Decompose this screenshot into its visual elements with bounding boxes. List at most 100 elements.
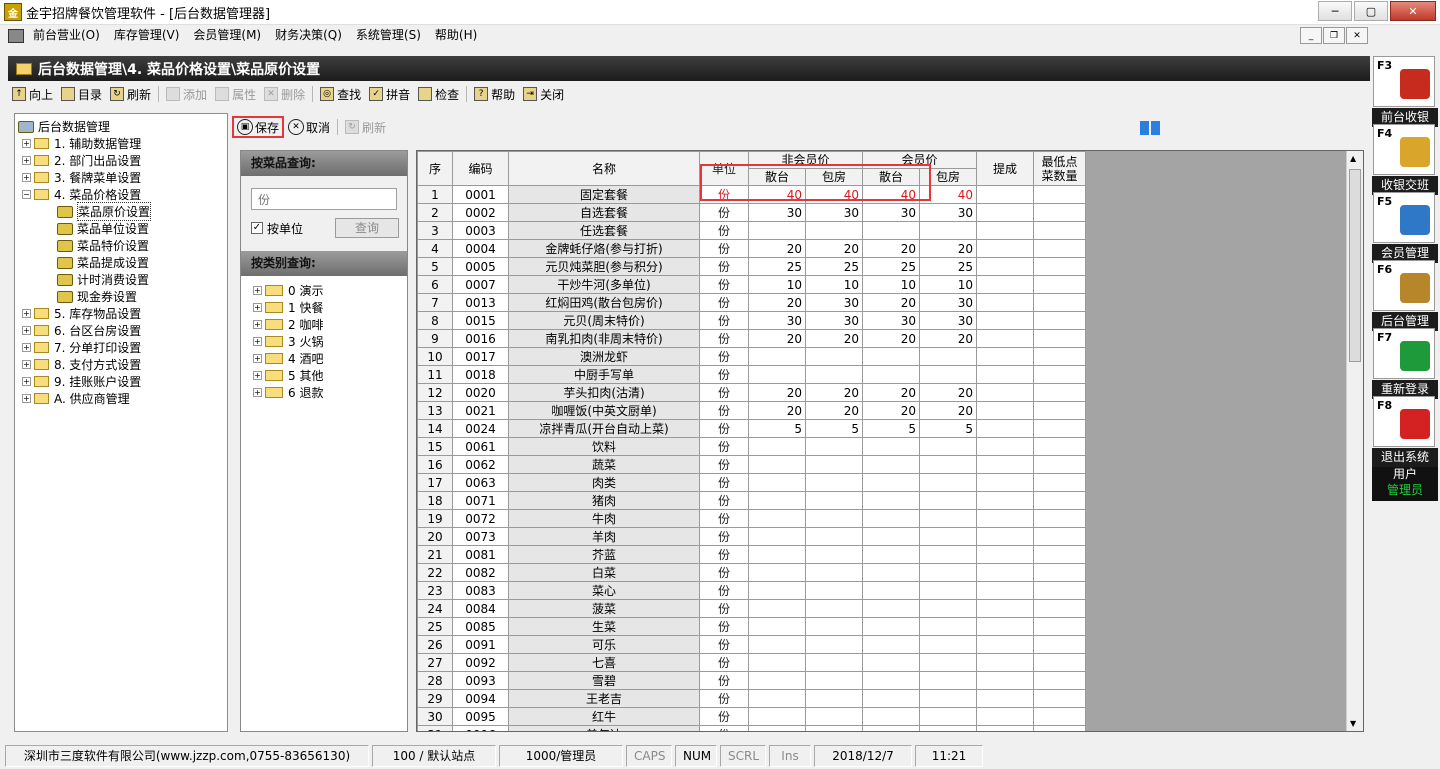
cell-seq[interactable]: 6: [417, 275, 453, 294]
cell-name[interactable]: 七喜: [508, 653, 700, 672]
cell-price[interactable]: 20: [862, 401, 920, 420]
pinyin-button[interactable]: ✓ 拼音: [365, 84, 414, 104]
by-unit-checkbox[interactable]: ✓: [251, 222, 263, 234]
expand-icon[interactable]: +: [253, 388, 262, 397]
cell-price[interactable]: 30: [919, 293, 977, 312]
function-key-f3[interactable]: F3: [1373, 56, 1435, 107]
cell-unit[interactable]: 份: [699, 455, 749, 474]
cell-price[interactable]: 5: [805, 419, 863, 438]
cell-code[interactable]: 0072: [452, 509, 509, 528]
cell-price[interactable]: 30: [919, 311, 977, 330]
header-min-qty[interactable]: 最低点 菜数量: [1033, 151, 1086, 186]
expand-icon[interactable]: +: [22, 173, 31, 182]
cell-min-qty[interactable]: [1033, 473, 1086, 492]
cell-code[interactable]: 0015: [452, 311, 509, 330]
table-row[interactable]: 25 0085 生菜份: [417, 617, 1086, 636]
table-row[interactable]: 2 0002 自选套餐份 30 30 30 30: [417, 203, 1086, 222]
cell-price[interactable]: 20: [862, 383, 920, 402]
cell-price[interactable]: [862, 473, 920, 492]
cell-seq[interactable]: 20: [417, 527, 453, 546]
directory-button[interactable]: 目录: [57, 84, 106, 104]
cell-code[interactable]: 0017: [452, 347, 509, 366]
table-row[interactable]: 24 0084 菠菜份: [417, 599, 1086, 618]
cell-price[interactable]: [748, 221, 806, 240]
cell-commission[interactable]: [976, 563, 1034, 582]
cell-name[interactable]: 羊肉: [508, 527, 700, 546]
cell-price[interactable]: [862, 635, 920, 654]
function-key-f6[interactable]: F6: [1373, 260, 1435, 311]
cell-commission[interactable]: [976, 401, 1034, 420]
cell-unit[interactable]: 份: [699, 275, 749, 294]
table-row[interactable]: 26 0091 可乐份: [417, 635, 1086, 654]
category-item[interactable]: +2 咖啡: [241, 316, 407, 333]
cell-price[interactable]: 40: [862, 185, 920, 204]
cell-price[interactable]: 20: [805, 239, 863, 258]
cell-min-qty[interactable]: [1033, 617, 1086, 636]
cell-min-qty[interactable]: [1033, 581, 1086, 600]
cell-name[interactable]: 可乐: [508, 635, 700, 654]
cell-unit[interactable]: 份: [699, 383, 749, 402]
cell-min-qty[interactable]: [1033, 203, 1086, 222]
tree-item[interactable]: +8. 支付方式设置: [15, 356, 227, 373]
cell-min-qty[interactable]: [1033, 275, 1086, 294]
minimize-button[interactable]: ─: [1318, 1, 1352, 21]
cell-commission[interactable]: [976, 509, 1034, 528]
tree-item[interactable]: 计时消费设置: [15, 271, 227, 288]
cell-price[interactable]: 20: [862, 293, 920, 312]
cell-price[interactable]: [862, 707, 920, 726]
cell-price[interactable]: 20: [862, 239, 920, 258]
cell-price[interactable]: [805, 527, 863, 546]
table-row[interactable]: 27 0092 七喜份: [417, 653, 1086, 672]
cell-price[interactable]: [748, 725, 806, 731]
cell-commission[interactable]: [976, 689, 1034, 708]
save-button[interactable]: ▣ 保存: [232, 116, 285, 138]
cell-seq[interactable]: 31: [417, 725, 453, 731]
table-row[interactable]: 28 0093 雪碧份: [417, 671, 1086, 690]
cell-name[interactable]: 南乳扣肉(非周末特价): [508, 329, 700, 348]
cell-unit[interactable]: 份: [699, 671, 749, 690]
cell-price[interactable]: [919, 599, 977, 618]
cell-price[interactable]: 30: [919, 203, 977, 222]
cell-commission[interactable]: [976, 221, 1034, 240]
cell-price[interactable]: [805, 617, 863, 636]
close-window-button[interactable]: ✕: [1390, 1, 1436, 21]
cell-price[interactable]: 20: [919, 401, 977, 420]
cell-code[interactable]: 0083: [452, 581, 509, 600]
cell-price[interactable]: [748, 617, 806, 636]
cell-unit[interactable]: 份: [699, 509, 749, 528]
category-item[interactable]: +1 快餐: [241, 299, 407, 316]
menu-inventory[interactable]: 库存管理(V): [107, 25, 187, 46]
cell-code[interactable]: 0073: [452, 527, 509, 546]
cell-price[interactable]: 20: [805, 401, 863, 420]
cell-commission[interactable]: [976, 419, 1034, 438]
cell-price[interactable]: 5: [748, 419, 806, 438]
tree-item[interactable]: 现金券设置: [15, 288, 227, 305]
cell-price[interactable]: 20: [862, 329, 920, 348]
cell-name[interactable]: 澳洲龙虾: [508, 347, 700, 366]
cell-price[interactable]: [862, 455, 920, 474]
cell-code[interactable]: 0016: [452, 329, 509, 348]
cell-unit[interactable]: 份: [699, 653, 749, 672]
scroll-up-icon[interactable]: ▲: [1350, 154, 1356, 163]
cell-price[interactable]: [919, 221, 977, 240]
cell-price[interactable]: 20: [748, 239, 806, 258]
cell-price[interactable]: [748, 653, 806, 672]
expand-icon[interactable]: +: [253, 354, 262, 363]
cell-price[interactable]: [748, 707, 806, 726]
function-key-label[interactable]: 退出系统: [1372, 448, 1438, 467]
cell-min-qty[interactable]: [1033, 545, 1086, 564]
table-row[interactable]: 4 0004 金牌蚝仔烙(参与打折) 份 20 20 20 20: [417, 239, 1086, 258]
cell-code[interactable]: 0095: [452, 707, 509, 726]
cell-name[interactable]: 自选套餐: [508, 203, 700, 222]
cell-price[interactable]: [862, 365, 920, 384]
cell-min-qty[interactable]: [1033, 293, 1086, 312]
table-row[interactable]: 18 0071 猪肉份: [417, 491, 1086, 510]
cell-price[interactable]: [805, 635, 863, 654]
cell-price[interactable]: [748, 545, 806, 564]
cell-commission[interactable]: [976, 203, 1034, 222]
cell-unit[interactable]: 份: [699, 329, 749, 348]
expand-icon[interactable]: +: [253, 303, 262, 312]
table-row[interactable]: 29 0094 王老吉份: [417, 689, 1086, 708]
cell-seq[interactable]: 2: [417, 203, 453, 222]
table-row[interactable]: 6 0007 干炒牛河(多单位) 份 10 10 10 10: [417, 275, 1086, 294]
